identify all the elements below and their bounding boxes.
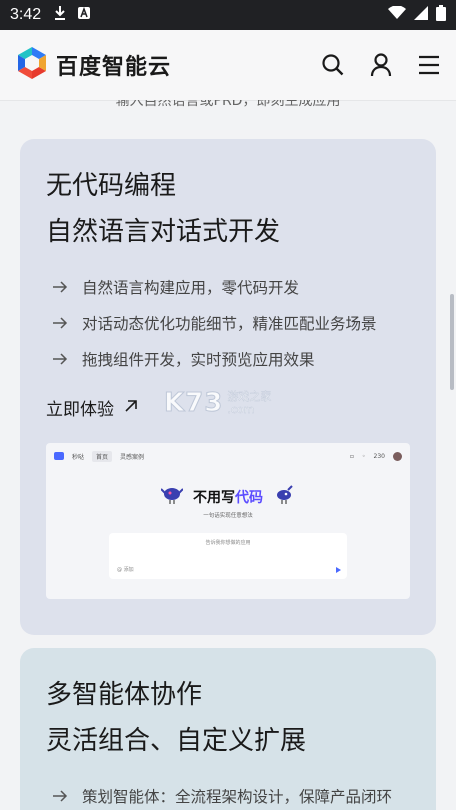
preview-credits: 230 [373, 452, 385, 460]
preview-headline: 不用写代码 [193, 487, 263, 507]
preview-input-action: @ 添加 [117, 567, 134, 573]
signal-icon [414, 6, 428, 24]
scrollbar[interactable] [450, 294, 454, 390]
k73-watermark: K73 游戏之家 .com [163, 388, 272, 419]
menu-icon[interactable] [418, 55, 440, 75]
arrow-right-icon [52, 789, 68, 803]
feature-list: 策划智能体：全流程架构设计，保障产品闭环 [20, 778, 436, 810]
feature-text: 自然语言构建应用，零代码开发 [82, 279, 300, 297]
card-title-primary: 多智能体协作 [46, 680, 203, 710]
try-now-label: 立即体验 [46, 400, 114, 420]
list-item: 对话动态优化功能细节，精准匹配业务场景 [52, 305, 436, 341]
wifi-icon [388, 5, 406, 24]
feature-list: 自然语言构建应用，零代码开发 对话动态优化功能细节，精准匹配业务场景 拖拽组件开… [20, 269, 436, 377]
list-item: 自然语言构建应用，零代码开发 [52, 269, 436, 305]
card-title-primary: 无代码编程 [46, 171, 177, 201]
list-item: 拖拽组件开发，实时预览应用效果 [52, 341, 436, 377]
preview-topbar: 秒哒 首页 灵感案例 ▫ ◦ 230 [46, 443, 410, 469]
preview-bird-left-icon [160, 485, 184, 509]
feature-text: 对话动态优化功能细节，精准匹配业务场景 [82, 315, 377, 333]
preview-logo-icon [54, 452, 64, 460]
battery-icon [436, 5, 446, 25]
preview-headline-a: 不用写 [193, 490, 235, 506]
arrow-right-icon [52, 316, 68, 330]
preview-bird-right-icon [273, 485, 295, 509]
product-preview-image: 秒哒 首页 灵感案例 ▫ ◦ 230 不用写代码 一句话实现任意想法 告诉我你想… [46, 443, 410, 599]
feature-card-no-code: 无代码编程 自然语言对话式开发 自然语言构建应用，零代码开发 对话动态优化功能细… [20, 139, 436, 635]
card-title-secondary: 自然语言对话式开发 [46, 217, 281, 247]
arrow-right-icon [52, 352, 68, 366]
preview-input-placeholder: 告诉我你想做的应用 [205, 540, 251, 546]
user-icon[interactable] [370, 53, 392, 77]
arrow-right-icon [52, 280, 68, 294]
status-time: 3:42 [10, 6, 42, 23]
brand-logo[interactable]: 百度智能云 [16, 46, 171, 84]
preview-tab-home: 首页 [92, 450, 113, 462]
feature-text: 策划智能体：全流程架构设计，保障产品闭环 [82, 788, 393, 806]
watermark-line1: 游戏之家 [227, 390, 272, 403]
status-bar: 3:42 [0, 0, 456, 30]
watermark-main: K73 [163, 388, 224, 419]
preview-bell-icon: ◦ [362, 452, 366, 460]
arrow-up-right-icon [124, 398, 138, 418]
baidu-cloud-logo-icon [16, 46, 48, 84]
preview-subline: 一句话实现任意想法 [203, 513, 253, 519]
card-title-secondary: 灵活组合、自定义扩展 [46, 726, 307, 756]
feature-text: 拖拽组件开发，实时预览应用效果 [82, 351, 315, 369]
preview-doc-icon: ▫ [349, 452, 354, 460]
site-header: 百度智能云 [0, 30, 456, 100]
preview-headline-b: 代码 [235, 490, 263, 506]
preview-input-box: 告诉我你想做的应用 @ 添加 [109, 533, 347, 579]
download-icon [53, 5, 67, 25]
preview-app-name: 秒哒 [72, 453, 85, 461]
search-icon[interactable] [322, 54, 344, 76]
app-notification-icon [77, 6, 91, 24]
list-item: 策划智能体：全流程架构设计，保障产品闭环 [52, 778, 436, 810]
brand-name: 百度智能云 [56, 55, 172, 80]
preview-tab-cases: 灵感案例 [120, 453, 145, 461]
preview-avatar [393, 451, 402, 461]
feature-card-multi-agent: 多智能体协作 灵活组合、自定义扩展 策划智能体：全流程架构设计，保障产品闭环 [20, 648, 436, 810]
watermark-line2: .com [227, 403, 255, 416]
preview-send-icon [336, 567, 341, 573]
